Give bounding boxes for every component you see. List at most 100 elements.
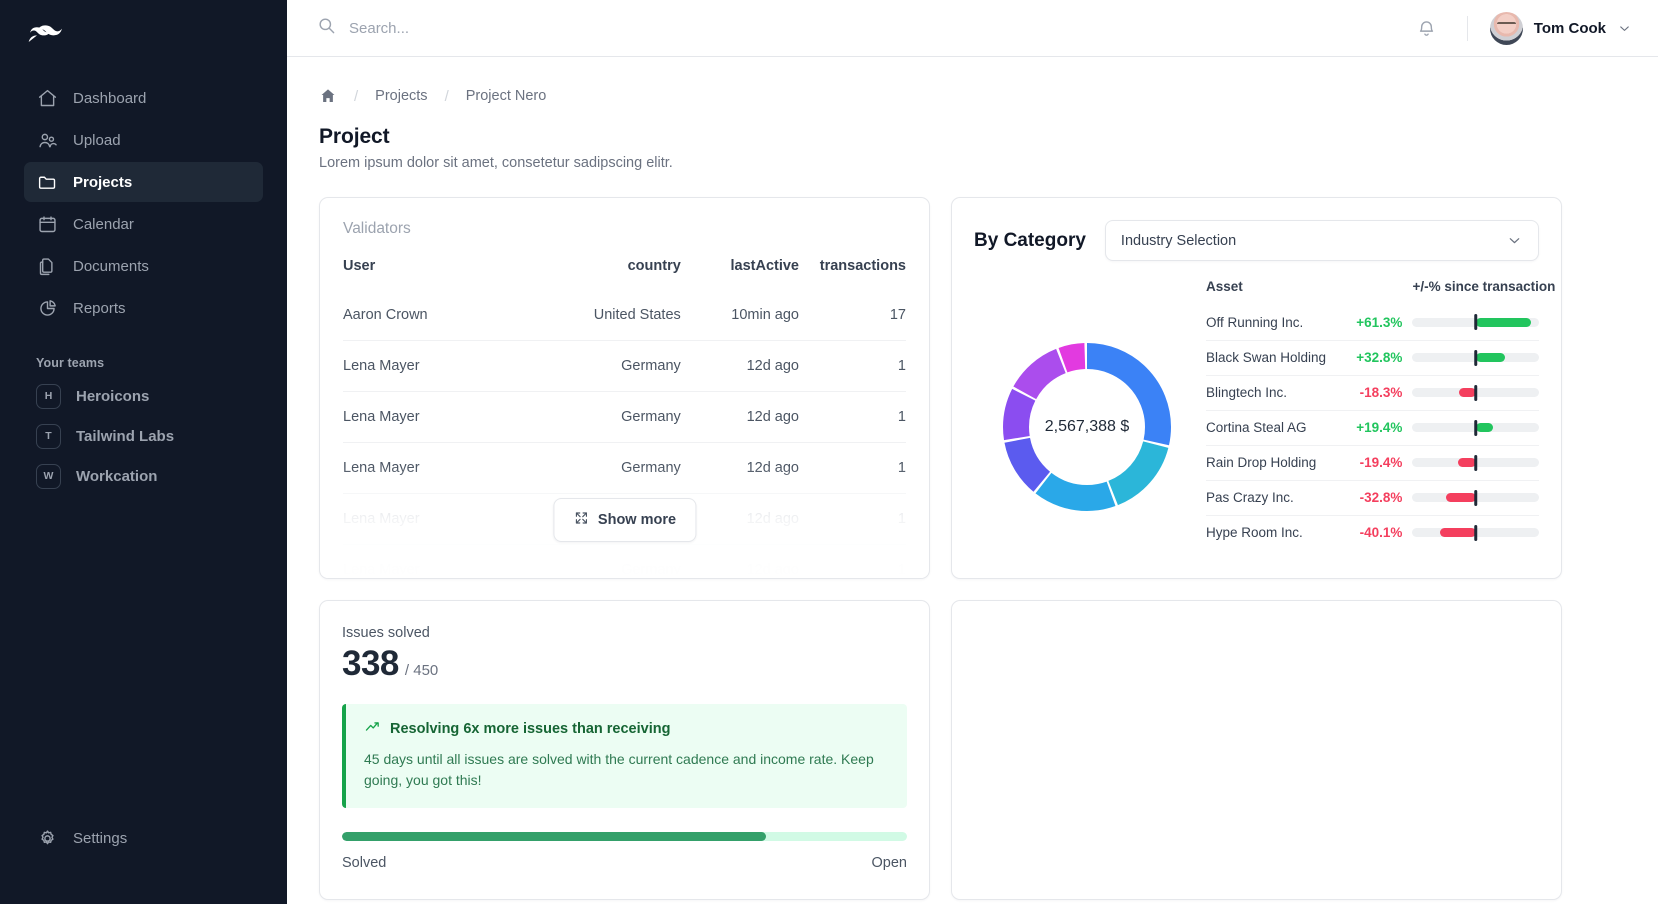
table-row[interactable]: Aaron Crown United States 10min ago 17 [343,290,906,341]
cell-transactions: 1 [799,391,906,443]
asset-name: Off Running Inc. [1206,314,1304,330]
app-root: Dashboard Upload Projects Calendar Docum… [0,0,1658,904]
table-header-row: User country lastActive transactions [343,254,906,290]
team-avatar: W [36,463,61,489]
column-header-change: +/-% since transaction [1412,279,1556,294]
dropdown-value: Industry Selection [1120,232,1237,249]
breadcrumb: / Projects / Project Nero [319,83,1628,109]
users-icon [36,129,58,151]
asset-row[interactable]: Off Running Inc. +61.3% [1206,305,1539,340]
search-icon [317,16,336,40]
asset-row[interactable]: Black Swan Holding +32.8% [1206,339,1539,375]
home-icon[interactable] [319,87,337,105]
issues-inner: Issues solved 338 / 450 Resolving 6x mor… [320,601,929,899]
trending-up-icon [364,718,381,739]
team-label: Heroicons [76,387,150,405]
sidebar-team-workcation[interactable]: W Workcation [24,456,263,496]
asset-change: +61.3% [1356,314,1403,330]
sidebar-item-reports[interactable]: Reports [24,288,263,328]
asset-bar-midline [1473,314,1478,331]
sidebar-item-label: Calendar [73,215,134,233]
asset-change: -19.4% [1339,444,1413,480]
asset-row[interactable]: Cortina Steal AG +19.4% [1206,409,1539,445]
home-icon [36,87,58,109]
breadcrumb-item-projects[interactable]: Projects [375,88,427,104]
asset-bar-cell [1412,514,1539,550]
column-header-asset: Asset [1206,279,1243,294]
asset-bar-cell [1412,374,1539,410]
asset-bar-track [1412,489,1539,506]
asset-bar-track [1412,349,1539,366]
table-row[interactable]: Lena Mayer Germany 12d ago 1 [343,544,906,578]
search-wrap [317,16,1412,40]
cell-country: Germany [534,544,681,578]
sidebar-item-projects[interactable]: Projects [24,162,263,202]
asset-change: +19.4% [1339,409,1413,445]
asset-bar-track [1412,384,1539,401]
asset-bar-cell [1412,479,1539,515]
table-row[interactable]: Lena Mayer Germany 12d ago 1 [343,442,906,494]
asset-bar-midline [1473,384,1478,401]
breadcrumb-item-project-nero[interactable]: Project Nero [466,88,547,104]
issues-label: Issues solved [342,625,430,641]
asset-bar-cell [1412,444,1539,480]
breadcrumb-separator: / [354,87,359,105]
by-category-card: By Category Industry Selection 2,567,388… [951,197,1562,579]
sidebar-item-label: Dashboard [73,89,147,107]
sidebar-item-dashboard[interactable]: Dashboard [24,78,263,118]
asset-change: +32.8% [1339,339,1413,375]
asset-row[interactable]: Pas Crazy Inc. -32.8% [1206,479,1539,515]
donut-chart-wrap: 2,567,388 $ [974,275,1200,578]
column-header-user[interactable]: User [343,254,534,290]
search-input[interactable] [349,19,769,37]
industry-selection-dropdown[interactable]: Industry Selection [1104,220,1539,261]
cell-transactions: 1 [799,493,906,545]
user-name: Tom Cook [1533,19,1606,37]
sidebar-team-tailwind-labs[interactable]: T Tailwind Labs [24,416,263,456]
logo[interactable] [24,0,263,64]
by-category-header: By Category Industry Selection [974,220,1539,261]
by-category-title: By Category [974,229,1086,251]
issues-solved-card: Issues solved 338 / 450 Resolving 6x mor… [319,600,930,900]
sidebar-item-upload[interactable]: Upload [24,120,263,160]
page-subtitle: Lorem ipsum dolor sit amet, consetetur s… [319,155,673,171]
asset-bar-track [1412,419,1539,436]
bell-icon[interactable] [1412,14,1441,43]
asset-bar-fill [1475,317,1532,327]
asset-row[interactable]: Hype Room Inc. -40.1% [1206,514,1539,550]
cell-user: Lena Mayer [343,340,535,392]
user-menu[interactable]: Tom Cook [1489,11,1632,45]
cell-transactions: 1 [799,544,906,578]
column-header-country[interactable]: country [534,254,681,290]
progress-legend-open: Open [871,854,907,871]
topbar: Tom Cook [287,0,1658,57]
asset-row[interactable]: Blingtech Inc. -18.3% [1206,374,1539,410]
column-header-transactions[interactable]: transactions [799,254,906,290]
asset-row[interactable]: Rain Drop Holding -19.4% [1206,444,1539,480]
asset-bar-fill [1475,353,1506,362]
issues-total-value: / 450 [404,662,439,679]
progress-fill [342,831,766,841]
asset-bar-midline [1473,419,1478,436]
asset-bar-midline [1473,489,1478,506]
chevron-down-icon [1509,238,1520,244]
asset-bar-cell [1412,339,1539,375]
asset-bar-fill [1475,423,1494,432]
table-row[interactable]: Lena Mayer Germany 12d ago 1 [343,391,906,443]
sidebar-item-settings[interactable]: Settings [24,818,263,858]
cell-lastactive: 12d ago [680,391,799,443]
sidebar-item-documents[interactable]: Documents [24,246,263,286]
cell-country: United States [593,307,681,323]
sidebar-team-heroicons[interactable]: H Heroicons [24,376,263,416]
asset-name: Pas Crazy Inc. [1206,479,1340,515]
asset-bar-midline [1473,454,1478,471]
table-row[interactable]: Lena Mayer Germany 12d ago 1 [343,340,906,392]
cell-lastactive: 12d ago [680,442,799,494]
asset-bar-fill [1439,528,1476,538]
show-more-button[interactable]: Show more [552,498,697,542]
issues-solved-value: 338 [342,644,399,683]
column-header-lastactive[interactable]: lastActive [681,254,799,290]
documents-icon [36,255,58,277]
asset-name: Black Swan Holding [1206,339,1340,375]
sidebar-item-calendar[interactable]: Calendar [24,204,263,244]
